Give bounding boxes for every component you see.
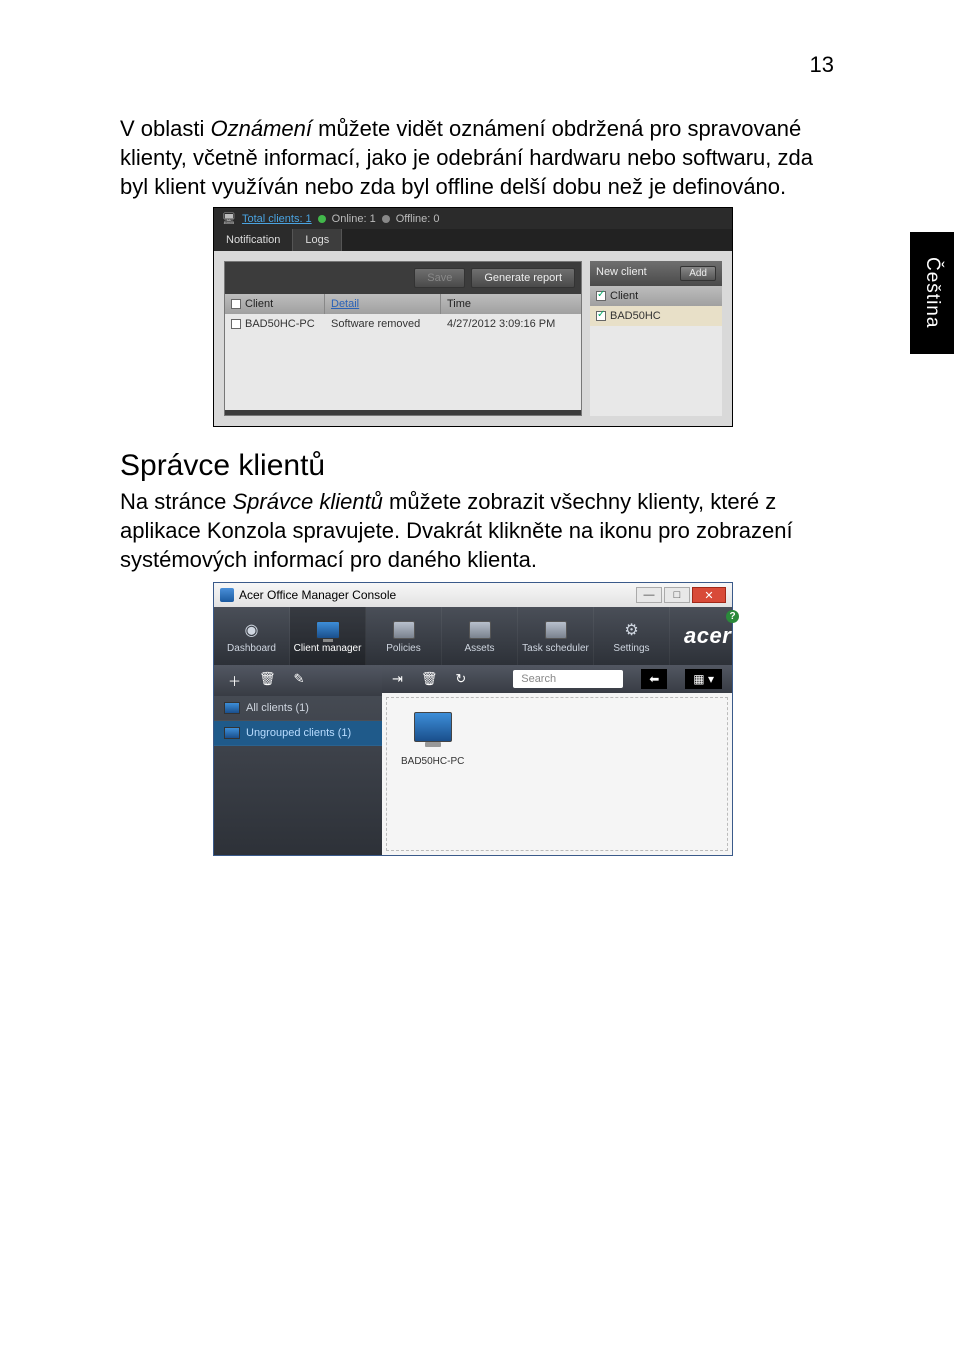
new-client-label: New client — [596, 266, 647, 281]
total-clients-link[interactable]: Total clients: 1 — [242, 213, 312, 225]
tab-notification[interactable]: Notification — [214, 229, 293, 251]
client-item[interactable]: BAD50HC-PC — [401, 712, 464, 767]
screenshot-client-manager: Acer Office Manager Console — □ ✕ ◉ Dash… — [213, 582, 733, 856]
table-blank — [225, 334, 581, 410]
rc-row: BAD50HC — [610, 310, 661, 322]
back-button[interactable]: ⬅ — [641, 669, 667, 689]
main-toolbar: ⇥ 🗑 ↻ Search ⬅ ▦ ▾ — [382, 665, 732, 693]
offline-dot-icon — [382, 215, 390, 223]
nav-label: Task scheduler — [522, 643, 589, 654]
monitor-icon — [414, 712, 452, 742]
offline-count: Offline: 0 — [396, 213, 440, 225]
panel-blank — [590, 326, 722, 416]
window-title: Acer Office Manager Console — [239, 588, 396, 602]
section-heading: Správce klientů — [120, 449, 826, 483]
export-icon[interactable]: ⇥ — [392, 671, 403, 687]
cell-time: 4/27/2012 3:09:16 PM — [441, 314, 581, 334]
add-icon[interactable]: ＋ — [228, 671, 241, 690]
maximize-button[interactable]: □ — [664, 587, 690, 603]
delete-icon[interactable]: 🗑 — [421, 671, 438, 687]
nav-client-manager[interactable]: Client manager — [290, 607, 366, 665]
generate-report-button[interactable]: Generate report — [471, 268, 575, 288]
grid-view-button[interactable]: ▦ ▾ — [685, 669, 722, 689]
table-header: Client Detail Time — [225, 294, 581, 314]
nav-assets[interactable]: Assets — [442, 607, 518, 665]
refresh-icon[interactable]: ↻ — [455, 671, 466, 687]
page-number: 13 — [810, 52, 834, 78]
search-input[interactable]: Search — [513, 670, 623, 688]
policies-icon — [392, 619, 416, 641]
top-nav: ◉ Dashboard Client manager Policies Asse… — [214, 607, 732, 665]
nav-label: Dashboard — [227, 643, 276, 654]
status-bar: 🖥 Total clients: 1 Online: 1 Offline: 0 — [214, 208, 732, 229]
monitor-icon — [224, 702, 240, 714]
screenshot-notification: 🖥 Total clients: 1 Online: 1 Offline: 0 … — [213, 207, 733, 427]
sidebar-item-all-clients[interactable]: All clients (1) — [214, 696, 382, 721]
tabs: Notification Logs — [214, 229, 732, 251]
app-icon — [220, 588, 234, 602]
checkbox-icon[interactable] — [231, 319, 241, 329]
checkbox-icon[interactable] — [596, 291, 606, 301]
col-time: Time — [441, 294, 581, 314]
nav-dashboard[interactable]: ◉ Dashboard — [214, 607, 290, 665]
checkbox-icon[interactable] — [231, 299, 241, 309]
col-detail-link[interactable]: Detail — [331, 298, 359, 310]
monitor-icon — [224, 727, 240, 739]
paragraph-1: V oblasti Oznámení můžete vidět oznámení… — [120, 114, 826, 201]
language-tab: Čeština — [910, 232, 954, 354]
edit-icon[interactable]: ✎ — [294, 671, 305, 690]
scheduler-icon — [544, 619, 568, 641]
text-italic: Oznámení — [211, 116, 313, 141]
window-titlebar: Acer Office Manager Console — □ ✕ — [214, 583, 732, 607]
sidebar-tools: ＋ 🗑 ✎ — [214, 665, 382, 696]
sidebar-item-ungrouped[interactable]: Ungrouped clients (1) — [214, 721, 382, 746]
text: V oblasti — [120, 116, 211, 141]
nav-task-scheduler[interactable]: Task scheduler — [518, 607, 594, 665]
nav-settings[interactable]: ⚙ Settings — [594, 607, 670, 665]
minimize-button[interactable]: — — [636, 587, 662, 603]
dashboard-icon: ◉ — [240, 619, 264, 641]
sidebar-item-label: Ungrouped clients (1) — [246, 727, 351, 739]
assets-icon — [468, 619, 492, 641]
cell-detail: Software removed — [325, 314, 441, 334]
sidebar-item-label: All clients (1) — [246, 702, 309, 714]
client-name: BAD50HC-PC — [401, 756, 464, 767]
sidebar: ＋ 🗑 ✎ All clients (1) Ungrouped clients … — [214, 665, 382, 855]
save-button[interactable]: Save — [414, 268, 465, 288]
nav-label: Settings — [613, 643, 649, 654]
online-count: Online: 1 — [332, 213, 376, 225]
add-button[interactable]: Add — [680, 266, 716, 281]
cell-client: BAD50HC-PC — [245, 318, 315, 330]
online-dot-icon — [318, 215, 326, 223]
text-italic: Správce klientů — [233, 489, 383, 514]
nav-label: Client manager — [294, 643, 362, 654]
text: Na stránce — [120, 489, 233, 514]
language-tab-label: Čeština — [921, 257, 943, 328]
gear-icon: ⚙ — [620, 619, 644, 641]
brand-text: acer — [684, 623, 731, 649]
close-button[interactable]: ✕ — [692, 587, 726, 603]
table-row[interactable]: BAD50HC-PC Software removed 4/27/2012 3:… — [225, 314, 581, 334]
nav-label: Policies — [386, 643, 420, 654]
rc-header: Client — [610, 290, 638, 302]
brand-logo: ? acer — [670, 607, 745, 665]
monitor-icon — [316, 619, 340, 641]
col-client: Client — [245, 298, 273, 310]
nav-policies[interactable]: Policies — [366, 607, 442, 665]
tab-logs[interactable]: Logs — [293, 229, 342, 251]
help-icon[interactable]: ? — [726, 610, 739, 623]
checkbox-icon[interactable] — [596, 311, 606, 321]
delete-icon[interactable]: 🗑 — [259, 671, 276, 690]
nav-label: Assets — [464, 643, 494, 654]
paragraph-2: Na stránce Správce klientů můžete zobraz… — [120, 487, 826, 574]
clients-icon: 🖥 — [222, 212, 236, 225]
client-grid: BAD50HC-PC — [386, 697, 728, 851]
